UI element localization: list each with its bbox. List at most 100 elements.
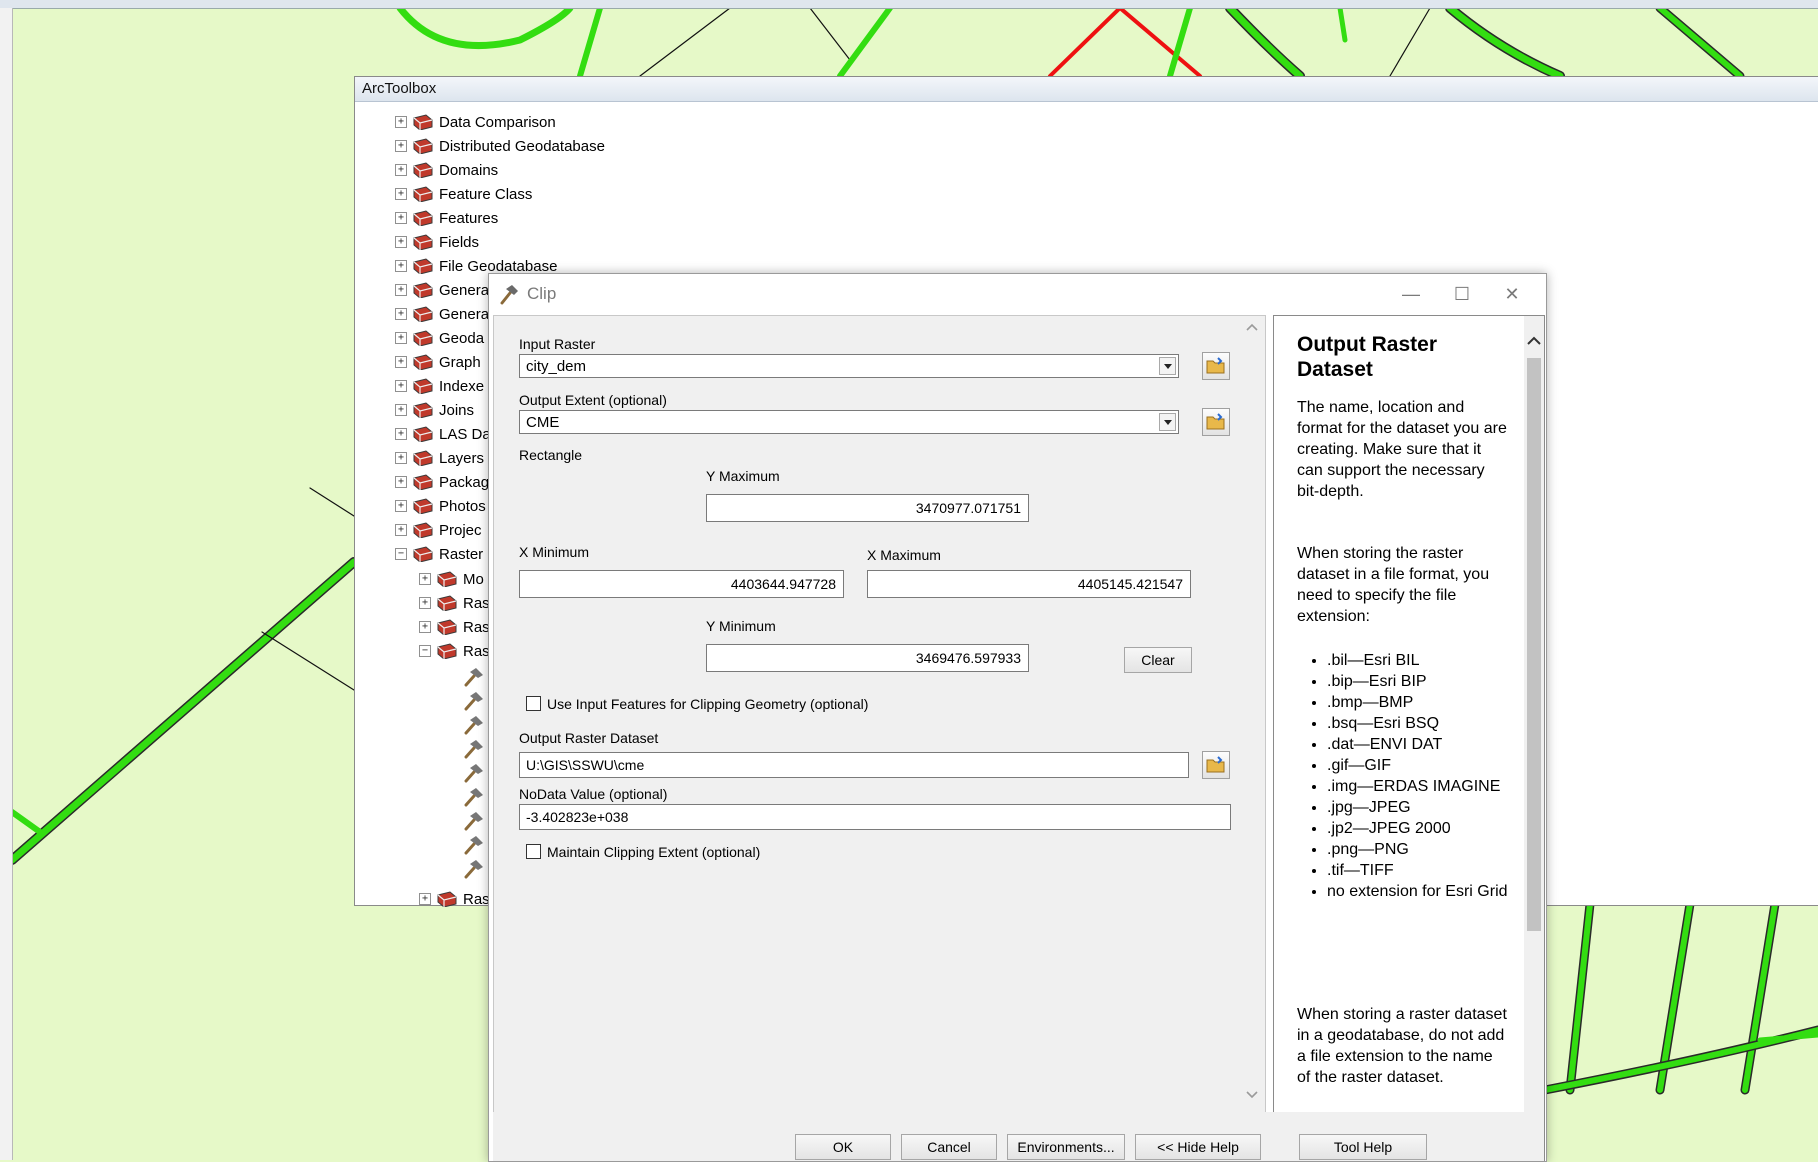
tool-item[interactable] <box>463 714 485 736</box>
chevron-up-icon[interactable] <box>1527 336 1541 345</box>
browse-input-raster-button[interactable] <box>1202 352 1230 380</box>
hammer-icon <box>464 764 483 783</box>
expand-toggle-icon[interactable]: + <box>395 260 407 272</box>
tool-item[interactable] <box>463 810 485 832</box>
tool-item[interactable] <box>463 762 485 784</box>
extension-list: .bil—Esri BIL.bip—Esri BIP.bmp—BMP.bsq—E… <box>1297 650 1542 902</box>
toolbox-subitem[interactable]: − Ras <box>419 640 490 662</box>
expand-toggle-icon[interactable]: + <box>419 621 431 633</box>
minimize-button[interactable]: — <box>1391 280 1431 308</box>
toolbox-subitem[interactable]: + Ras <box>419 888 490 910</box>
toolbox-item[interactable]: + Photos <box>395 495 486 517</box>
chevron-down-icon[interactable] <box>1159 413 1176 431</box>
input-raster-combo[interactable]: city_dem <box>519 354 1179 378</box>
expand-toggle-icon[interactable]: + <box>395 332 407 344</box>
chevron-down-icon[interactable] <box>1159 357 1176 375</box>
y-max-input[interactable]: 3470977.071751 <box>706 494 1029 522</box>
toolbox-item[interactable]: + Packag <box>395 471 489 493</box>
dialog-button-bar: OK Cancel Environments... << Hide Help T… <box>493 1112 1543 1161</box>
toolbox-item[interactable]: + Geoda <box>395 327 484 349</box>
clear-button[interactable]: Clear <box>1124 647 1192 673</box>
toolbox-icon <box>437 571 457 587</box>
tool-item[interactable] <box>463 858 485 880</box>
toolbox-item[interactable]: + Joins <box>395 399 474 421</box>
output-raster-input[interactable]: U:\GIS\SSWU\cme <box>519 752 1189 778</box>
expand-toggle-icon[interactable]: + <box>395 356 407 368</box>
close-button[interactable]: ✕ <box>1492 280 1532 308</box>
expand-toggle-icon[interactable]: + <box>395 284 407 296</box>
tool-item[interactable] <box>463 666 485 688</box>
toolbox-subitem[interactable]: + Ras <box>419 616 490 638</box>
toolbox-item[interactable]: + Distributed Geodatabase <box>395 135 605 157</box>
help-scroll-thumb[interactable] <box>1527 358 1541 931</box>
expand-toggle-icon[interactable]: + <box>395 116 407 128</box>
expand-toggle-icon[interactable]: + <box>419 573 431 585</box>
toolbox-item[interactable]: + Graph <box>395 351 481 373</box>
expand-toggle-icon[interactable]: − <box>395 548 407 560</box>
expand-toggle-icon[interactable]: + <box>395 500 407 512</box>
expand-toggle-icon[interactable]: − <box>419 645 431 657</box>
x-min-input[interactable]: 4403644.947728 <box>519 570 844 598</box>
left-panel-edge <box>0 8 13 1160</box>
tool-help-button[interactable]: Tool Help <box>1299 1134 1427 1160</box>
maintain-extent-checkbox[interactable] <box>526 844 541 859</box>
toolbox-item[interactable]: + Domains <box>395 159 498 181</box>
chevron-up-icon[interactable] <box>1246 323 1258 331</box>
help-panel: Output Raster Dataset The name, location… <box>1273 315 1545 1161</box>
expand-toggle-icon[interactable]: + <box>395 404 407 416</box>
tree-item-label: LAS Da <box>439 425 491 443</box>
x-max-input[interactable]: 4405145.421547 <box>867 570 1191 598</box>
toolbox-item[interactable]: + Genera <box>395 279 489 301</box>
expand-toggle-icon[interactable]: + <box>395 212 407 224</box>
hammer-icon <box>464 788 483 807</box>
toolbox-item[interactable]: + LAS Da <box>395 423 491 445</box>
expand-toggle-icon[interactable]: + <box>395 140 407 152</box>
chevron-down-icon[interactable] <box>1246 1091 1258 1099</box>
expand-toggle-icon[interactable]: + <box>395 164 407 176</box>
hide-help-button[interactable]: << Hide Help <box>1135 1134 1261 1160</box>
toolbox-item[interactable]: + Indexe <box>395 375 484 397</box>
expand-toggle-icon[interactable]: + <box>419 597 431 609</box>
expand-toggle-icon[interactable]: + <box>395 380 407 392</box>
toolbox-subitem[interactable]: + Mo <box>419 568 484 590</box>
y-min-input[interactable]: 3469476.597933 <box>706 644 1029 672</box>
map-toolbar-strip <box>0 0 1818 9</box>
output-extent-label: Output Extent (optional) <box>519 392 667 408</box>
tool-item[interactable] <box>463 786 485 808</box>
expand-toggle-icon[interactable]: + <box>395 308 407 320</box>
toolbox-item[interactable]: + Fields <box>395 231 479 253</box>
toolbox-icon <box>413 354 433 370</box>
help-scrollbar[interactable] <box>1524 316 1544 1161</box>
toolbox-item[interactable]: + Feature Class <box>395 183 532 205</box>
dialog-title-bar[interactable]: Clip — ☐ ✕ <box>489 274 1546 314</box>
parameters-scrollbar[interactable] <box>1243 316 1261 1114</box>
maximize-button[interactable]: ☐ <box>1442 280 1482 308</box>
expand-toggle-icon[interactable]: + <box>395 236 407 248</box>
cancel-button[interactable]: Cancel <box>901 1134 997 1160</box>
use-input-features-checkbox[interactable] <box>526 696 541 711</box>
expand-toggle-icon[interactable]: + <box>395 428 407 440</box>
toolbox-subitem[interactable]: + Ras <box>419 592 490 614</box>
browse-output-extent-button[interactable] <box>1202 408 1230 436</box>
expand-toggle-icon[interactable]: + <box>395 452 407 464</box>
nodata-input[interactable]: -3.402823e+038 <box>519 804 1231 830</box>
environments-button[interactable]: Environments... <box>1007 1134 1125 1160</box>
expand-toggle-icon[interactable]: + <box>395 188 407 200</box>
expand-toggle-icon[interactable]: + <box>395 476 407 488</box>
ok-button[interactable]: OK <box>795 1134 891 1160</box>
toolbox-item[interactable]: + Projec <box>395 519 482 541</box>
clip-dialog: Clip — ☐ ✕ Input Raster city_dem Output … <box>488 273 1547 1162</box>
toolbox-item[interactable]: + Features <box>395 207 498 229</box>
expand-toggle-icon[interactable]: + <box>419 893 431 905</box>
expand-toggle-icon[interactable]: + <box>395 524 407 536</box>
toolbox-item[interactable]: + Genera <box>395 303 489 325</box>
browse-output-raster-button[interactable] <box>1202 751 1230 779</box>
tool-item[interactable] <box>463 834 485 856</box>
tool-item[interactable] <box>463 738 485 760</box>
toolbox-item[interactable]: + Data Comparison <box>395 111 556 133</box>
tool-item[interactable] <box>463 690 485 712</box>
toolbox-item[interactable]: − Raster <box>395 543 483 565</box>
toolbox-item[interactable]: + Layers <box>395 447 484 469</box>
folder-icon <box>1206 357 1225 374</box>
output-extent-combo[interactable]: CME <box>519 410 1179 434</box>
